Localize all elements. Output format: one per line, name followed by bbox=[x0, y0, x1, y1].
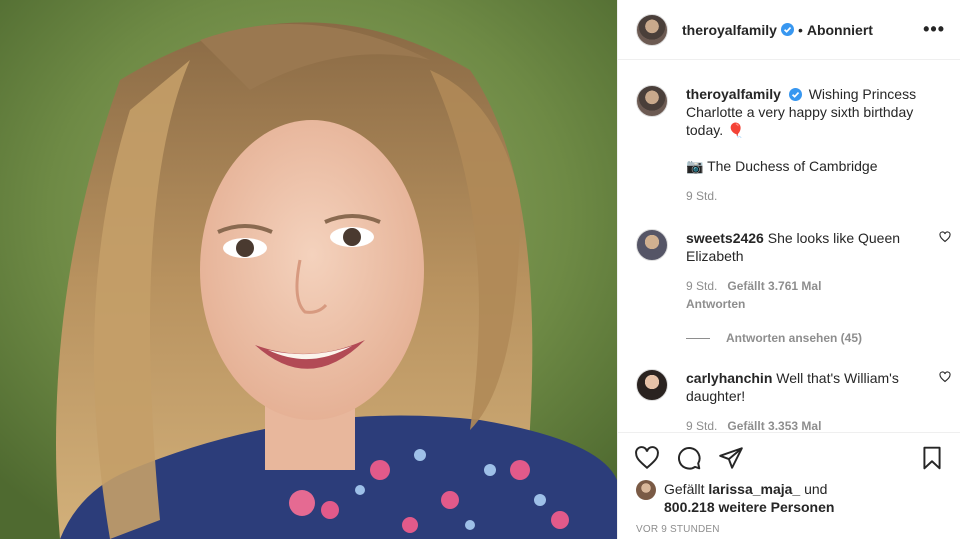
comments-panel[interactable]: theroyalfamily Wishing Princess Charlott… bbox=[618, 61, 960, 431]
comment-time: 9 Std. bbox=[686, 419, 718, 431]
caption-body: theroyalfamily Wishing Princess Charlott… bbox=[686, 85, 945, 205]
likes-prefix: Gefällt bbox=[664, 481, 705, 497]
comment-body: sweets2426 She looks like Queen Elizabet… bbox=[686, 229, 951, 313]
follow-status-button[interactable]: Abonniert bbox=[807, 22, 873, 38]
view-replies-button[interactable]: Antworten ansehen (45) bbox=[686, 331, 945, 345]
comment-meta: 9 Std. Gefällt 3.761 Mal Antworten bbox=[686, 277, 925, 313]
portrait-image bbox=[0, 0, 617, 539]
comment-body: carlyhanchin Well that's William's daugh… bbox=[686, 369, 951, 431]
comment-likes[interactable]: Gefällt 3.761 Mal bbox=[727, 279, 821, 293]
post-timestamp[interactable]: VOR 9 STUNDEN bbox=[636, 524, 720, 535]
comment-meta: 9 Std. Gefällt 3.353 Mal bbox=[686, 417, 925, 431]
likes-text: Gefällt larissa_maja_ und 800.218 weiter… bbox=[664, 480, 834, 516]
comment-like-heart-icon[interactable] bbox=[939, 371, 951, 383]
instagram-post: theroyalfamily • Abonniert ••• theroyalf… bbox=[0, 0, 960, 539]
commenter-username[interactable]: sweets2426 bbox=[686, 230, 764, 246]
liker-avatar[interactable] bbox=[636, 480, 656, 500]
heart-icon[interactable] bbox=[634, 445, 660, 471]
likes-count[interactable]: 800.218 weitere Personen bbox=[664, 499, 834, 515]
likes-mid: und bbox=[804, 481, 828, 497]
more-options-icon[interactable]: ••• bbox=[923, 19, 945, 40]
replies-divider bbox=[686, 337, 710, 339]
action-bar bbox=[618, 432, 960, 482]
comment-icon[interactable] bbox=[676, 445, 702, 471]
comment-item: carlyhanchin Well that's William's daugh… bbox=[636, 369, 951, 431]
view-replies-label: Antworten ansehen (45) bbox=[726, 331, 863, 345]
share-icon[interactable] bbox=[718, 445, 744, 471]
reply-button[interactable]: Antworten bbox=[686, 297, 745, 311]
likes-summary: Gefällt larissa_maja_ und 800.218 weiter… bbox=[636, 480, 834, 516]
comment-time: 9 Std. bbox=[686, 279, 718, 293]
caption-time: 9 Std. bbox=[686, 189, 718, 203]
caption-username[interactable]: theroyalfamily bbox=[686, 86, 781, 102]
bookmark-icon[interactable] bbox=[919, 445, 945, 471]
comment-like-heart-icon[interactable] bbox=[939, 231, 951, 243]
verified-badge-icon bbox=[780, 23, 794, 36]
photo-credit: 📷 The Duchess of Cambridge bbox=[686, 158, 878, 174]
post-photo[interactable] bbox=[0, 0, 617, 539]
commenter-avatar[interactable] bbox=[636, 229, 668, 261]
header-separator: • bbox=[797, 21, 803, 38]
author-username[interactable]: theroyalfamily bbox=[682, 22, 777, 38]
caption-row: theroyalfamily Wishing Princess Charlott… bbox=[636, 85, 945, 205]
post-header: theroyalfamily • Abonniert ••• bbox=[618, 0, 960, 60]
author-avatar[interactable] bbox=[636, 13, 668, 46]
post-sidebar: theroyalfamily • Abonniert ••• theroyalf… bbox=[617, 0, 960, 539]
commenter-username[interactable]: carlyhanchin bbox=[686, 370, 772, 386]
comment-item: sweets2426 She looks like Queen Elizabet… bbox=[636, 229, 951, 313]
liker-username[interactable]: larissa_maja_ bbox=[708, 481, 800, 497]
comment-likes[interactable]: Gefällt 3.353 Mal bbox=[727, 419, 821, 431]
caption-avatar[interactable] bbox=[636, 85, 668, 117]
commenter-avatar[interactable] bbox=[636, 369, 668, 401]
verified-badge-icon bbox=[788, 88, 802, 101]
